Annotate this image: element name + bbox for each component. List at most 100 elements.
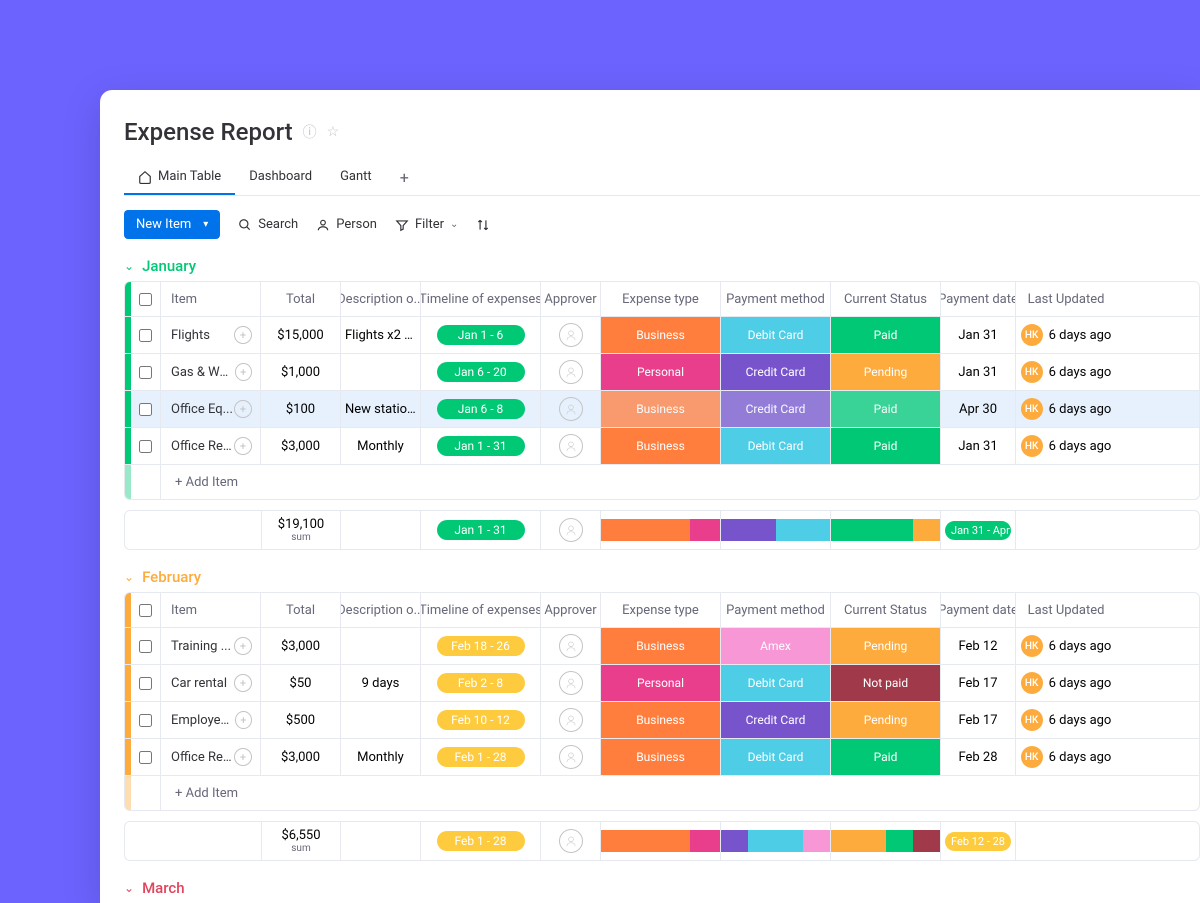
info-icon[interactable]: ⓘ (303, 122, 317, 142)
description-cell[interactable]: New stationary (341, 391, 421, 427)
group-header[interactable]: ⌄March (124, 879, 1200, 897)
add-subitem-icon[interactable]: + (235, 711, 252, 729)
total-cell[interactable]: $3,000 (261, 428, 341, 464)
approver-cell[interactable] (541, 665, 601, 701)
description-cell[interactable] (341, 628, 421, 664)
row-checkbox[interactable] (131, 354, 161, 390)
table-row[interactable]: •••Office Eq...+$100New stationaryJan 6 … (125, 391, 1199, 428)
column-header[interactable]: Item (161, 593, 261, 627)
filter-button[interactable]: Filter ⌄ (395, 217, 458, 232)
avatar[interactable]: HK (1021, 709, 1043, 731)
column-header[interactable]: Timeline of expenses (421, 282, 541, 316)
total-cell[interactable]: $15,000 (261, 317, 341, 353)
add-subitem-icon[interactable]: + (234, 748, 252, 766)
status-cell[interactable]: Pending (831, 702, 941, 738)
description-cell[interactable]: 9 days (341, 665, 421, 701)
status-cell[interactable]: Pending (831, 354, 941, 390)
timeline-cell[interactable]: Jan 6 - 8 (421, 391, 541, 427)
item-cell[interactable]: Office Eq...+ (161, 391, 261, 427)
expense-type-cell[interactable]: Business (601, 628, 721, 664)
expense-type-cell[interactable]: Business (601, 428, 721, 464)
timeline-cell[interactable]: Feb 2 - 8 (421, 665, 541, 701)
payment-method-cell[interactable]: Debit Card (721, 739, 831, 775)
tab-gantt[interactable]: Gantt (326, 160, 386, 195)
timeline-cell[interactable]: Feb 10 - 12 (421, 702, 541, 738)
total-cell[interactable]: $3,000 (261, 739, 341, 775)
total-cell[interactable]: $3,000 (261, 628, 341, 664)
timeline-cell[interactable]: Jan 1 - 31 (421, 428, 541, 464)
item-cell[interactable]: Flights+ (161, 317, 261, 353)
payment-date-cell[interactable]: Jan 31 (941, 317, 1016, 353)
expense-type-cell[interactable]: Personal (601, 665, 721, 701)
column-header[interactable]: Last Updated (1016, 593, 1116, 627)
new-item-button[interactable]: New Item ▾ (124, 210, 220, 239)
payment-method-cell[interactable]: Credit Card (721, 391, 831, 427)
approver-cell[interactable] (541, 739, 601, 775)
group-header[interactable]: ⌄January (124, 257, 1200, 275)
item-cell[interactable]: Training ...+ (161, 628, 261, 664)
row-checkbox[interactable] (131, 391, 161, 427)
column-header[interactable]: Current Status (831, 593, 941, 627)
status-cell[interactable]: Not paid (831, 665, 941, 701)
description-cell[interactable]: Monthly (341, 428, 421, 464)
add-subitem-icon[interactable]: + (234, 326, 252, 344)
timeline-cell[interactable]: Feb 18 - 26 (421, 628, 541, 664)
payment-date-cell[interactable]: Jan 31 (941, 428, 1016, 464)
timeline-cell[interactable]: Jan 6 - 20 (421, 354, 541, 390)
column-header[interactable]: Timeline of expenses (421, 593, 541, 627)
column-header[interactable]: Payment method (721, 593, 831, 627)
timeline-cell[interactable]: Jan 1 - 6 (421, 317, 541, 353)
total-cell[interactable]: $50 (261, 665, 341, 701)
status-cell[interactable]: Paid (831, 317, 941, 353)
star-icon[interactable]: ☆ (327, 124, 340, 140)
item-cell[interactable]: Office Rent+ (161, 739, 261, 775)
description-cell[interactable] (341, 354, 421, 390)
column-header[interactable]: Description o... (341, 593, 421, 627)
column-header[interactable]: Payment date (941, 282, 1016, 316)
add-subitem-icon[interactable]: + (235, 363, 252, 381)
payment-date-cell[interactable]: Apr 30 (941, 391, 1016, 427)
tab-dashboard[interactable]: Dashboard (235, 160, 326, 195)
total-cell[interactable]: $100 (261, 391, 341, 427)
row-checkbox[interactable] (131, 628, 161, 664)
payment-method-cell[interactable]: Debit Card (721, 428, 831, 464)
column-header[interactable]: Total (261, 282, 341, 316)
table-row[interactable]: Flights+$15,000Flights x2 to LAXJan 1 - … (125, 317, 1199, 354)
avatar[interactable]: HK (1021, 672, 1043, 694)
add-item-row[interactable]: + Add Item (125, 776, 1199, 810)
payment-date-cell[interactable]: Feb 12 (941, 628, 1016, 664)
avatar[interactable]: HK (1021, 746, 1043, 768)
approver-cell[interactable] (541, 354, 601, 390)
table-row[interactable]: Office Rent+$3,000MonthlyFeb 1 - 28Busin… (125, 739, 1199, 776)
expense-type-cell[interactable]: Business (601, 739, 721, 775)
approver-cell[interactable] (541, 428, 601, 464)
table-row[interactable]: Car rental+$509 daysFeb 2 - 8PersonalDeb… (125, 665, 1199, 702)
search-button[interactable]: Search (238, 217, 298, 232)
column-header[interactable]: Payment date (941, 593, 1016, 627)
description-cell[interactable]: Flights x2 to LAX (341, 317, 421, 353)
column-header[interactable]: Expense type (601, 593, 721, 627)
table-row[interactable]: Employee...+$500Feb 10 - 12BusinessCredi… (125, 702, 1199, 739)
select-all-checkbox[interactable] (131, 593, 161, 627)
expense-type-cell[interactable]: Business (601, 317, 721, 353)
table-row[interactable]: Gas & Wa...+$1,000Jan 6 - 20PersonalCred… (125, 354, 1199, 391)
status-cell[interactable]: Paid (831, 428, 941, 464)
expense-type-cell[interactable]: Business (601, 391, 721, 427)
status-cell[interactable]: Paid (831, 739, 941, 775)
payment-method-cell[interactable]: Credit Card (721, 354, 831, 390)
add-item-row[interactable]: + Add Item (125, 465, 1199, 499)
add-subitem-icon[interactable]: + (234, 674, 252, 692)
total-cell[interactable]: $1,000 (261, 354, 341, 390)
payment-date-cell[interactable]: Feb 17 (941, 702, 1016, 738)
expense-type-cell[interactable]: Personal (601, 354, 721, 390)
avatar[interactable]: HK (1021, 398, 1043, 420)
row-checkbox[interactable] (131, 317, 161, 353)
avatar[interactable]: HK (1021, 435, 1043, 457)
sort-button[interactable] (476, 218, 490, 232)
table-row[interactable]: Training ...+$3,000Feb 18 - 26BusinessAm… (125, 628, 1199, 665)
add-subitem-icon[interactable]: + (234, 437, 252, 455)
row-checkbox[interactable] (131, 665, 161, 701)
item-cell[interactable]: Car rental+ (161, 665, 261, 701)
avatar[interactable]: HK (1021, 324, 1043, 346)
add-view-button[interactable]: + (386, 160, 423, 195)
